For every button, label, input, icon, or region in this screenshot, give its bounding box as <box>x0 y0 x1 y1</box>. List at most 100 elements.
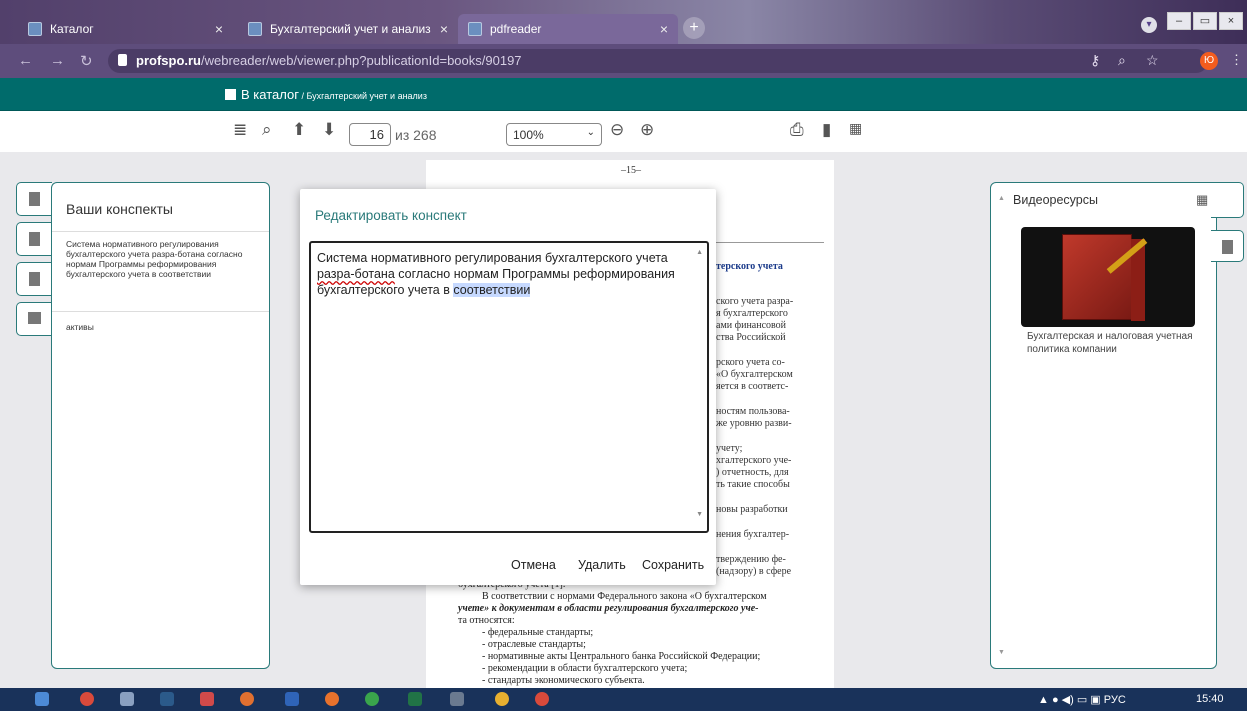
favicon-icon <box>248 22 262 36</box>
excel-icon[interactable] <box>408 692 422 706</box>
page-down-icon[interactable]: ⬇ <box>322 120 336 140</box>
close-window-button[interactable]: × <box>1219 12 1243 30</box>
back-arrow-icon[interactable]: ← <box>18 52 33 69</box>
dialog-title: Редактировать конспект <box>315 208 467 223</box>
menu-dots-icon[interactable]: ⋮ <box>1230 52 1243 68</box>
pdf-line: рского учета со- <box>716 357 785 368</box>
tab-close-icon[interactable]: × <box>660 21 668 37</box>
new-tab-button[interactable]: + <box>683 17 705 39</box>
film-icon[interactable]: ▦ <box>1196 192 1208 208</box>
star-icon[interactable]: ☆ <box>1146 52 1159 69</box>
note-item[interactable]: активы <box>66 322 94 332</box>
bookmark-icon[interactable]: ▮ <box>822 120 831 140</box>
app-icon[interactable] <box>240 692 254 706</box>
wifi-app-icon[interactable] <box>160 692 174 706</box>
avatar[interactable]: Ю <box>1200 52 1218 70</box>
pdf-page-number: –15– <box>621 165 641 176</box>
lock-icon <box>118 54 127 66</box>
video-caption[interactable]: Бухгалтерская и налоговая учетная полити… <box>1027 330 1207 356</box>
selected-text: соответствии <box>453 283 531 297</box>
tab-label: Каталог <box>50 22 94 36</box>
document-icon <box>29 192 40 206</box>
scroll-down-icon[interactable]: ▼ <box>998 649 1005 656</box>
notes-panel-title: Ваши конспекты <box>66 201 173 217</box>
pdf-line: - отраслевые стандарты; <box>482 639 586 650</box>
page-count: из 268 <box>395 127 437 143</box>
zoom-icon[interactable]: ⌕ <box>1118 52 1126 69</box>
notes-icon <box>29 272 40 286</box>
pdf-line: терского учета <box>716 261 783 272</box>
maximize-button[interactable]: ▭ <box>1193 12 1217 30</box>
side-tab-notes[interactable] <box>16 262 52 296</box>
app-icon[interactable] <box>365 692 379 706</box>
side-tab-document[interactable] <box>16 182 52 216</box>
pdf-line: же уровню разви- <box>716 418 792 429</box>
film-icon[interactable]: ▦ <box>849 120 862 137</box>
yandex-icon[interactable] <box>200 692 214 706</box>
key-icon[interactable]: ⚷ <box>1090 52 1100 69</box>
firefox-icon[interactable] <box>325 692 339 706</box>
delete-button[interactable]: Удалить <box>578 558 626 572</box>
side-tab-video[interactable] <box>1211 182 1244 218</box>
toc-icon[interactable]: ≣ <box>233 120 247 140</box>
reload-icon[interactable]: ↻ <box>80 52 93 70</box>
tab-pdfreader[interactable]: pdfreader × <box>458 14 678 44</box>
word-icon[interactable] <box>285 692 299 706</box>
divider <box>52 311 269 312</box>
page-up-icon[interactable]: ⬆ <box>292 120 306 140</box>
side-tab-grid[interactable] <box>16 302 52 336</box>
pdf-line: - стандарты экономического субъекта. <box>482 675 645 686</box>
system-tray: ▲ ● ◀) ▭ ▣ РУС <box>1038 694 1126 706</box>
clock: 15:40 <box>1196 693 1224 705</box>
chevron-down-icon: ⌄ <box>586 127 595 138</box>
profile-icon[interactable]: ▾ <box>1141 17 1157 33</box>
pdf-line: ства Российской <box>716 332 786 343</box>
scroll-up-icon[interactable]: ▲ <box>696 245 703 261</box>
side-tab-audio[interactable] <box>1211 230 1244 262</box>
pdf-line: «О бухгалтерском <box>716 369 793 380</box>
page-number-input[interactable]: 16 <box>349 123 391 146</box>
cancel-button[interactable]: Отмена <box>511 558 556 572</box>
tab-accounting[interactable]: Бухгалтерский учет и анализ × <box>238 14 458 44</box>
pdf-line: та относятся: <box>458 615 515 626</box>
tab-close-icon[interactable]: × <box>215 21 223 37</box>
scroll-down-icon[interactable]: ▼ <box>696 507 703 523</box>
pdf-line: ть такие способы <box>716 479 790 490</box>
language-indicator[interactable]: РУС <box>1104 694 1126 706</box>
pdf-line: - нормативные акты Центрального банка Ро… <box>482 651 761 662</box>
address-bar: ← → ↻ profspo.ru/webreader/web/viewer.ph… <box>0 44 1247 78</box>
start-icon[interactable] <box>35 692 49 706</box>
pdf-line: учету; <box>716 443 743 454</box>
pdf-line: В соответствии с нормами Федерального за… <box>482 591 767 602</box>
side-tab-bookmarks[interactable] <box>16 222 52 256</box>
forward-arrow-icon[interactable]: → <box>50 52 65 69</box>
search-icon[interactable]: ⌕ <box>262 120 272 140</box>
pdf-line: тверждению фе- <box>716 554 786 565</box>
scroll-up-icon[interactable]: ▲ <box>998 195 1005 202</box>
zoom-select[interactable]: 100% ⌄ <box>506 123 602 146</box>
yandex-browser-icon[interactable] <box>495 692 509 706</box>
note-item[interactable]: Система нормативного регулирования бухга… <box>66 239 256 279</box>
zoom-in-icon[interactable]: ⊕ <box>640 120 654 140</box>
video-thumbnail[interactable] <box>1021 227 1195 327</box>
note-textarea[interactable]: Система нормативного регулирования бухга… <box>309 241 709 533</box>
pdf-line: яется в соответс- <box>716 381 789 392</box>
save-button[interactable]: Сохранить <box>642 558 704 572</box>
pdf-line: (надзору) в сфере <box>716 566 792 577</box>
favicon-icon <box>468 22 482 36</box>
zoom-out-icon[interactable]: ⊖ <box>610 120 624 140</box>
pdf-rule <box>716 242 824 243</box>
calculator-icon[interactable] <box>120 692 134 706</box>
window-controls: – ▭ × <box>1167 12 1243 30</box>
tab-catalog[interactable]: Каталог × <box>18 14 233 44</box>
print-icon[interactable]: ⎙ <box>790 120 804 140</box>
audio-file-icon <box>1221 240 1233 254</box>
chrome-icon[interactable] <box>80 692 94 706</box>
product-box-image <box>1062 234 1148 321</box>
back-to-catalog-link[interactable]: В каталог / Бухгалтерский учет и анализ <box>225 87 427 102</box>
app-icon[interactable] <box>450 692 464 706</box>
chrome-active-icon[interactable] <box>535 692 549 706</box>
url-input[interactable]: profspo.ru/webreader/web/viewer.php?publ… <box>108 49 1208 73</box>
tab-close-icon[interactable]: × <box>440 21 448 37</box>
minimize-button[interactable]: – <box>1167 12 1191 30</box>
